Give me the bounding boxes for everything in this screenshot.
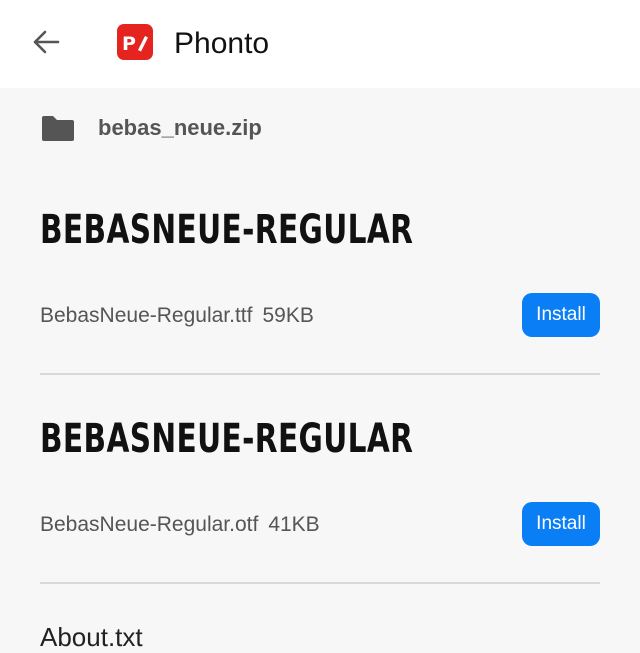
archive-row: bebas_neue.zip bbox=[40, 108, 262, 148]
font-item: BEBASNEUE-REGULAR BebasNeue-Regular.otf 4… bbox=[40, 414, 600, 584]
font-filename: BebasNeue-Regular.otf bbox=[40, 513, 259, 536]
archive-name: bebas_neue.zip bbox=[98, 115, 262, 140]
font-preview: BEBASNEUE-REGULAR bbox=[40, 416, 414, 462]
font-filesize: 59KB bbox=[262, 304, 314, 327]
divider bbox=[40, 373, 600, 375]
phonto-app-icon: P bbox=[117, 24, 153, 60]
app-title: Phonto bbox=[174, 27, 270, 60]
install-button[interactable]: Install bbox=[522, 293, 600, 337]
install-button[interactable]: Install bbox=[522, 502, 600, 546]
folder-icon bbox=[42, 116, 74, 141]
file-info: BebasNeue-Regular.otf 41KB bbox=[40, 513, 320, 537]
svg-text:P: P bbox=[122, 33, 136, 53]
divider bbox=[40, 582, 600, 584]
font-filename: BebasNeue-Regular.ttf bbox=[40, 304, 253, 327]
about-file-label[interactable]: About.txt bbox=[40, 622, 143, 653]
font-item: BEBASNEUE-REGULAR BebasNeue-Regular.ttf 5… bbox=[40, 205, 600, 375]
app-bar: P Phonto bbox=[0, 0, 640, 88]
arrow-left-icon bbox=[33, 30, 60, 54]
font-preview: BEBASNEUE-REGULAR bbox=[40, 207, 414, 253]
back-button[interactable] bbox=[22, 20, 70, 64]
file-info: BebasNeue-Regular.ttf 59KB bbox=[40, 304, 314, 328]
font-filesize: 41KB bbox=[268, 513, 320, 536]
